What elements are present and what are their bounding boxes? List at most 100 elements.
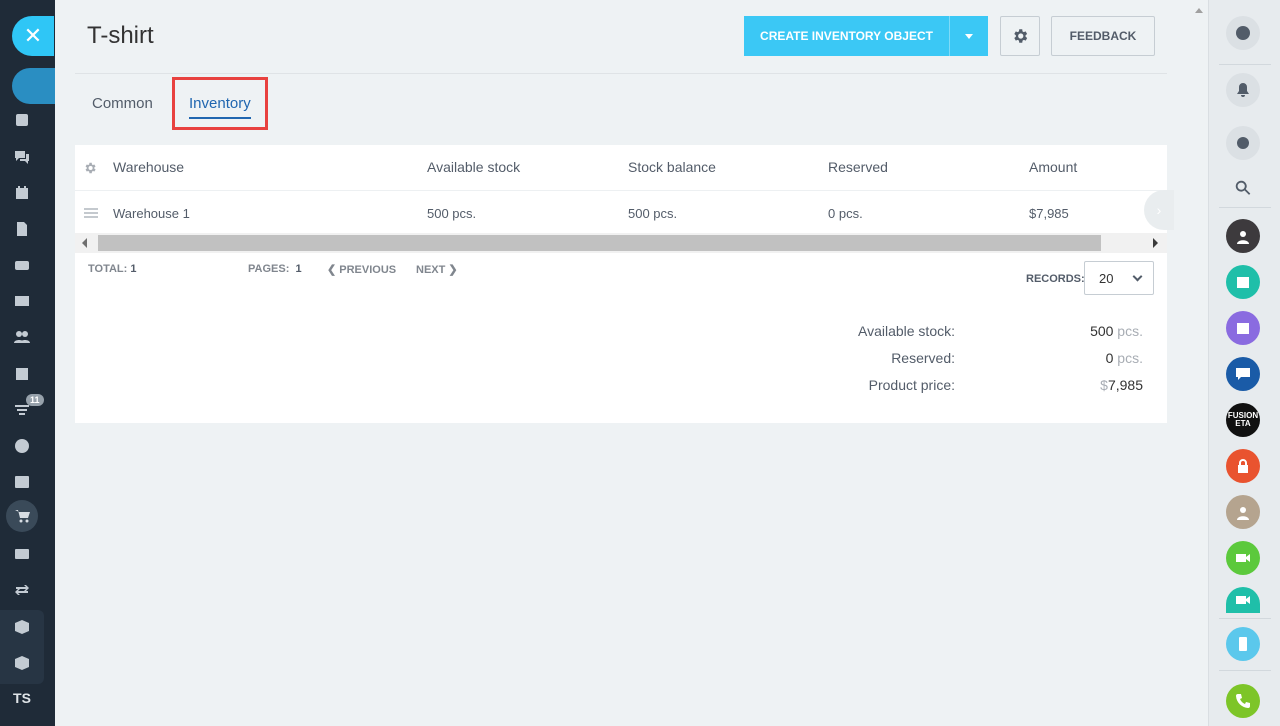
cell-amount: $7,985 bbox=[1029, 206, 1069, 221]
pages-label: PAGES: bbox=[248, 263, 290, 275]
available-number: 500 bbox=[1090, 323, 1114, 339]
avatar[interactable] bbox=[1226, 219, 1260, 253]
column-header-stock-balance[interactable]: Stock balance bbox=[628, 159, 716, 175]
total-value: 1 bbox=[130, 263, 137, 275]
tab-common[interactable]: Common bbox=[92, 95, 153, 112]
summary-price-label: Product price: bbox=[868, 377, 955, 393]
chevron-right-small-icon: ❯ bbox=[448, 264, 458, 276]
next-label: NEXT bbox=[416, 264, 446, 276]
phone-icon[interactable] bbox=[1226, 684, 1260, 718]
tasks-icon[interactable] bbox=[12, 364, 32, 384]
contacts-icon[interactable] bbox=[12, 327, 32, 347]
summary-price-value: $7,985 bbox=[1100, 377, 1143, 393]
records-value: 20 bbox=[1099, 270, 1114, 286]
available-unit: pcs. bbox=[1113, 323, 1143, 339]
sync-icon[interactable] bbox=[12, 580, 32, 600]
bell-icon[interactable] bbox=[1226, 73, 1260, 107]
next-button[interactable]: NEXT ❯ bbox=[416, 263, 458, 276]
header-divider bbox=[75, 73, 1167, 74]
create-button-label: CREATE INVENTORY OBJECT bbox=[760, 29, 933, 43]
column-header-available-stock[interactable]: Available stock bbox=[427, 159, 520, 175]
window-icon[interactable] bbox=[12, 472, 32, 492]
reserved-unit: pcs. bbox=[1113, 350, 1143, 366]
close-icon[interactable]: ✕ bbox=[12, 16, 54, 56]
group-chat-icon[interactable] bbox=[1226, 357, 1260, 391]
open-lines-icon[interactable] bbox=[1226, 126, 1260, 160]
cell-warehouse[interactable]: Warehouse 1 bbox=[113, 206, 190, 221]
records-label: RECORDS: bbox=[1026, 273, 1085, 285]
sidebar-active-item[interactable] bbox=[12, 68, 55, 104]
right-divider bbox=[1219, 670, 1271, 671]
fusion-avatar-text: FUSION ETA bbox=[1227, 411, 1259, 428]
summary-reserved-label: Reserved: bbox=[891, 350, 955, 366]
contact-card-icon[interactable] bbox=[12, 544, 32, 564]
user-initials[interactable]: TS bbox=[0, 690, 44, 706]
calendar-icon-2[interactable] bbox=[1226, 311, 1260, 345]
chevron-down-icon[interactable] bbox=[950, 33, 988, 39]
column-header-amount[interactable]: Amount bbox=[1029, 159, 1077, 175]
target-icon[interactable] bbox=[12, 436, 32, 456]
cart-icon[interactable] bbox=[6, 500, 38, 532]
summary-reserved-value: 0 pcs. bbox=[1106, 350, 1143, 366]
pages-value: 1 bbox=[295, 263, 302, 275]
column-header-reserved[interactable]: Reserved bbox=[828, 159, 888, 175]
feed-icon[interactable] bbox=[12, 110, 32, 130]
price-number: 7,985 bbox=[1107, 377, 1143, 393]
box-icon[interactable] bbox=[12, 617, 32, 637]
mail-icon[interactable] bbox=[12, 291, 32, 311]
main-content: T-shirt CREATE INVENTORY OBJECT FEEDBACK… bbox=[55, 0, 1208, 726]
settings-button[interactable] bbox=[1000, 16, 1040, 56]
row-divider bbox=[75, 190, 1167, 191]
previous-label: PREVIOUS bbox=[339, 264, 397, 276]
right-divider bbox=[1219, 64, 1271, 65]
highlight-box bbox=[172, 77, 268, 130]
mobile-device-icon[interactable] bbox=[1226, 627, 1260, 661]
notification-badge: 11 bbox=[26, 394, 44, 406]
horizontal-scrollbar[interactable] bbox=[75, 233, 1167, 253]
right-sidebar: FUSION ETA bbox=[1208, 0, 1280, 726]
records-per-page-select[interactable]: 20 bbox=[1084, 261, 1154, 295]
scroll-right-arrow-icon[interactable] bbox=[1153, 238, 1158, 248]
pages-count: PAGES: 1 bbox=[248, 263, 302, 275]
gear-icon bbox=[1014, 29, 1028, 43]
drag-handle-icon[interactable] bbox=[84, 208, 98, 218]
document-icon[interactable] bbox=[12, 219, 32, 239]
help-icon[interactable] bbox=[1226, 16, 1260, 50]
chevron-down-icon bbox=[1132, 271, 1143, 281]
video-call-icon[interactable] bbox=[1226, 541, 1260, 575]
column-header-warehouse[interactable]: Warehouse bbox=[113, 159, 184, 175]
cell-available-stock: 500 pcs. bbox=[427, 206, 477, 221]
right-divider bbox=[1219, 618, 1271, 619]
scroll-up-arrow-icon[interactable] bbox=[1195, 8, 1203, 13]
column-settings-icon[interactable] bbox=[83, 161, 97, 175]
fusion-avatar[interactable]: FUSION ETA bbox=[1226, 403, 1260, 437]
chat-icon[interactable] bbox=[12, 147, 32, 167]
price-currency: $ bbox=[1100, 377, 1108, 393]
total-count: TOTAL: 1 bbox=[88, 263, 137, 275]
previous-button[interactable]: ❮ PREVIOUS bbox=[327, 263, 396, 276]
scroll-thumb[interactable] bbox=[98, 235, 1101, 251]
page-title: T-shirt bbox=[87, 22, 154, 49]
left-sidebar: ✕ 11 TS bbox=[0, 0, 55, 726]
inventory-card: Warehouse Available stock Stock balance … bbox=[75, 145, 1174, 423]
right-divider bbox=[1219, 207, 1271, 208]
scroll-left-arrow-icon[interactable] bbox=[82, 238, 87, 248]
video-call-icon-2[interactable] bbox=[1226, 587, 1260, 613]
feedback-button[interactable]: FEEDBACK bbox=[1051, 16, 1155, 56]
chevron-left-icon: ❮ bbox=[327, 264, 337, 276]
summary-available-value: 500 pcs. bbox=[1090, 323, 1143, 339]
calendar-icon[interactable] bbox=[12, 183, 32, 203]
total-label: TOTAL: bbox=[88, 263, 128, 275]
box-icon-2[interactable] bbox=[12, 653, 32, 673]
lock-icon[interactable] bbox=[1226, 449, 1260, 483]
create-inventory-object-button[interactable]: CREATE INVENTORY OBJECT bbox=[744, 16, 988, 56]
drive-icon[interactable] bbox=[12, 255, 32, 275]
chevron-right-icon[interactable]: › bbox=[1144, 190, 1174, 230]
calendar-icon[interactable] bbox=[1226, 265, 1260, 299]
search-icon[interactable] bbox=[1234, 179, 1252, 197]
vertical-scrollbar[interactable] bbox=[1190, 0, 1208, 726]
avatar-photo[interactable] bbox=[1226, 495, 1260, 529]
cell-stock-balance: 500 pcs. bbox=[628, 206, 678, 221]
cell-reserved: 0 pcs. bbox=[828, 206, 863, 221]
summary-available-label: Available stock: bbox=[857, 323, 955, 339]
